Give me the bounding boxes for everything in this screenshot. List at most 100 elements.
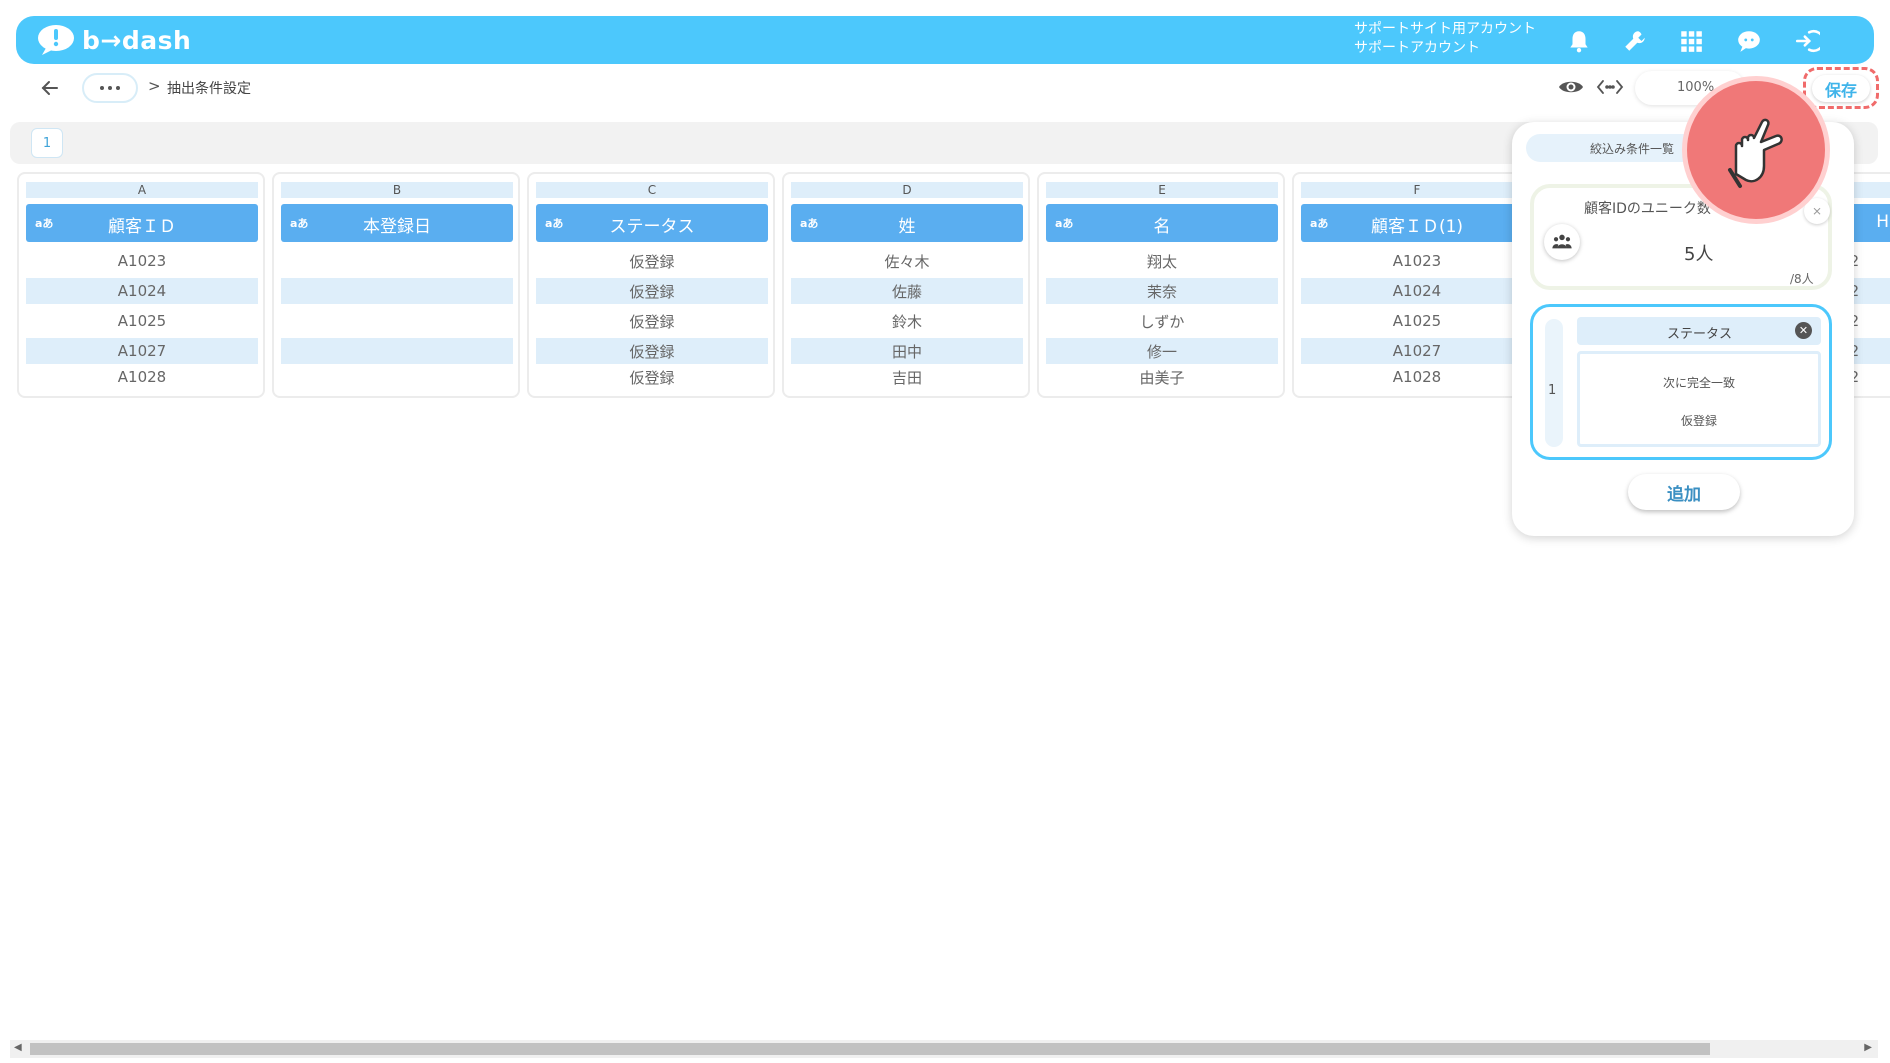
column-header[interactable]: aあ 本登録日 (281, 204, 513, 242)
column-name: 本登録日 (363, 217, 431, 237)
table-cell: A1027 (1301, 338, 1533, 364)
table-cell: A1023 (117, 252, 167, 270)
page-tab[interactable]: 1 (31, 128, 63, 158)
column-header[interactable]: aあ 姓 (791, 204, 1023, 242)
table-cell (281, 248, 513, 274)
table-cell: A1023 (1392, 252, 1442, 270)
table-cell: 仮登録 (629, 368, 675, 387)
condition-value: 仮登録 (1680, 414, 1717, 428)
column-letter: F (1301, 182, 1533, 198)
tutorial-pointer-overlay (1682, 76, 1830, 224)
table-cell: 仮登録 (536, 278, 768, 304)
column-name: 名 (1153, 217, 1171, 237)
table-cell: 修一 (1046, 338, 1278, 364)
column-header[interactable]: aあ 名 (1046, 204, 1278, 242)
more-button[interactable] (82, 73, 138, 103)
column-letter: A (26, 182, 258, 198)
column-b[interactable]: B aあ 本登録日 (272, 172, 520, 398)
add-condition-button[interactable]: 追加 (1628, 474, 1740, 510)
table-cell: 吉田 (891, 368, 922, 387)
code-view-icon[interactable] (1596, 76, 1624, 98)
table-cell: 茉奈 (1046, 278, 1278, 304)
column-f[interactable]: F aあ 顧客ＩＤ(1) A1023 A1024 A1025 A1027 A10… (1292, 172, 1540, 398)
scroll-right-icon[interactable]: ▶ (1864, 1042, 1872, 1053)
app-header: b→dash サポートサイト用アカウント サポートアカウント (16, 16, 1874, 64)
save-button[interactable]: 保存 (1812, 75, 1870, 102)
filter-list-tab-label: 絞込み条件一覧 (1590, 142, 1675, 156)
table-cell (281, 364, 513, 390)
column-name: 顧客ＩＤ(1) (1370, 217, 1464, 237)
unique-count-value: 5人 (1684, 244, 1714, 265)
table-cell: 仮登録 (629, 252, 675, 271)
horizontal-scrollbar[interactable]: ◀ ▶ (10, 1040, 1878, 1058)
breadcrumb-separator: > (148, 77, 161, 95)
table-cell: 仮登録 (629, 312, 675, 331)
column-name: ステータス (609, 217, 695, 237)
table-cell (281, 338, 513, 364)
logo-text: b→dash (82, 25, 192, 55)
column-name: 姓 (898, 217, 916, 237)
bell-icon[interactable] (1564, 26, 1594, 56)
logout-icon[interactable] (1792, 26, 1822, 56)
table-cell (281, 308, 513, 334)
table-cell: 翔太 (1146, 252, 1177, 271)
account-user: サポートアカウント (1354, 40, 1480, 56)
breadcrumb: 抽出条件設定 (167, 81, 251, 97)
wrench-icon[interactable] (1620, 26, 1650, 56)
table-cell: A1028 (117, 368, 167, 386)
column-e[interactable]: E aあ 名 翔太 茉奈 しずか 修一 由美子 (1037, 172, 1285, 398)
unique-count-label: 顧客IDのユニーク数 (1584, 201, 1711, 217)
table-cell: 仮登録 (536, 338, 768, 364)
table-cell: 田中 (791, 338, 1023, 364)
account-name: サポートサイト用アカウント (1354, 21, 1536, 37)
logo[interactable]: b→dash (36, 22, 191, 58)
table-cell: A1028 (1392, 368, 1442, 386)
table-cell: 由美子 (1139, 368, 1185, 387)
sub-toolbar: > 抽出条件設定 100% 保存 (10, 64, 1879, 110)
table-cell (281, 278, 513, 304)
table-cell: A1025 (1392, 312, 1442, 330)
column-c[interactable]: C aあ ステータス 仮登録 仮登録 仮登録 仮登録 仮登録 (527, 172, 775, 398)
column-d[interactable]: D aあ 姓 佐々木 佐藤 鈴木 田中 吉田 (782, 172, 1030, 398)
column-header[interactable]: aあ 顧客ＩＤ (26, 204, 258, 242)
dot-icon (108, 86, 112, 90)
scroll-left-icon[interactable]: ◀ (14, 1042, 22, 1053)
people-icon (1544, 224, 1580, 260)
condition-operator: 次に完全一致 (1662, 376, 1735, 390)
remove-condition-icon[interactable]: ✕ (1795, 322, 1812, 339)
column-header[interactable]: aあ ステータス (536, 204, 768, 242)
account-info: サポートサイト用アカウント サポートアカウント (1354, 20, 1536, 58)
table-cell: 鈴木 (891, 312, 922, 331)
column-letter: B (281, 182, 513, 198)
condition-card: 1 ステータス ✕ 次に完全一致 仮登録 (1530, 304, 1832, 460)
table-cell: 佐々木 (884, 252, 930, 271)
table-cell: A1025 (117, 312, 167, 330)
table-cell: しずか (1139, 312, 1185, 331)
condition-setting-box[interactable]: 次に完全一致 仮登録 (1577, 351, 1821, 447)
column-letter: C (536, 182, 768, 198)
eye-icon[interactable] (1558, 76, 1584, 98)
back-arrow-icon[interactable] (38, 76, 62, 100)
column-a[interactable]: A aあ 顧客ＩＤ A1023 A1024 A1025 A1027 A1028 (17, 172, 265, 398)
column-letter: E (1046, 182, 1278, 198)
table-cell: 佐藤 (791, 278, 1023, 304)
scrollbar-thumb[interactable] (30, 1043, 1710, 1055)
grid-icon[interactable] (1676, 26, 1706, 56)
condition-number: 1 (1548, 383, 1557, 398)
table-cell: A1024 (1301, 278, 1533, 304)
column-name: 顧客ＩＤ (108, 217, 176, 237)
logo-bubble-icon (38, 25, 74, 55)
save-highlight: 保存 (1803, 67, 1879, 109)
table-cell: A1024 (26, 278, 258, 304)
condition-field[interactable]: ステータス ✕ (1577, 317, 1821, 345)
column-letter: D (791, 182, 1023, 198)
support-icon[interactable] (1734, 26, 1764, 56)
dot-icon (100, 86, 104, 90)
condition-rail[interactable]: 1 (1545, 319, 1563, 447)
unique-count-total: /8人 (1790, 272, 1814, 286)
column-header[interactable]: aあ 顧客ＩＤ(1) (1301, 204, 1533, 242)
condition-field-label: ステータス (1667, 327, 1733, 342)
pointing-hand-icon (1728, 118, 1783, 188)
table-cell: A1027 (26, 338, 258, 364)
dot-icon (116, 86, 120, 90)
